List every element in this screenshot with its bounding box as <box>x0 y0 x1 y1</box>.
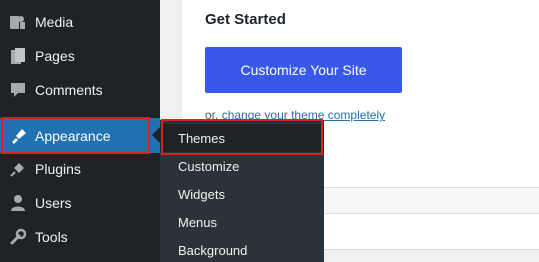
sidebar-item-label: Users <box>35 195 72 211</box>
sidebar-item-media[interactable]: Media <box>0 5 160 39</box>
panel-title: Get Started <box>205 11 286 28</box>
submenu-item-customize[interactable]: Customize <box>160 152 324 180</box>
appearance-icon <box>8 126 28 146</box>
sidebar-item-pages[interactable]: Pages <box>0 39 160 73</box>
appearance-submenu: Themes Customize Widgets Menus Backgroun… <box>160 120 324 262</box>
sidebar-item-appearance[interactable]: Appearance <box>0 118 160 153</box>
submenu-item-themes[interactable]: Themes <box>160 124 324 152</box>
plugins-icon <box>8 159 28 179</box>
tools-icon <box>8 227 28 247</box>
customize-site-button[interactable]: Customize Your Site <box>205 47 402 93</box>
sidebar-item-label: Pages <box>35 48 75 64</box>
media-icon <box>8 12 28 32</box>
sidebar-item-label: Tools <box>35 229 68 245</box>
sidebar-item-tools[interactable]: Tools <box>0 220 160 254</box>
submenu-item-menus[interactable]: Menus <box>160 208 324 236</box>
submenu-item-widgets[interactable]: Widgets <box>160 180 324 208</box>
sidebar-item-label: Appearance <box>35 127 111 144</box>
sidebar-item-users[interactable]: Users <box>0 186 160 220</box>
users-icon <box>8 193 28 213</box>
pages-icon <box>8 46 28 66</box>
admin-sidebar: Media Pages Comments Appearance Plugins … <box>0 0 160 262</box>
sidebar-item-plugins[interactable]: Plugins <box>0 152 160 186</box>
submenu-item-background[interactable]: Background <box>160 236 324 262</box>
comments-icon <box>8 80 28 100</box>
sidebar-item-label: Plugins <box>35 161 81 177</box>
sidebar-item-label: Media <box>35 14 74 30</box>
sidebar-item-comments[interactable]: Comments <box>0 73 160 107</box>
sidebar-item-label: Comments <box>35 82 103 98</box>
active-menu-arrow <box>152 127 160 143</box>
